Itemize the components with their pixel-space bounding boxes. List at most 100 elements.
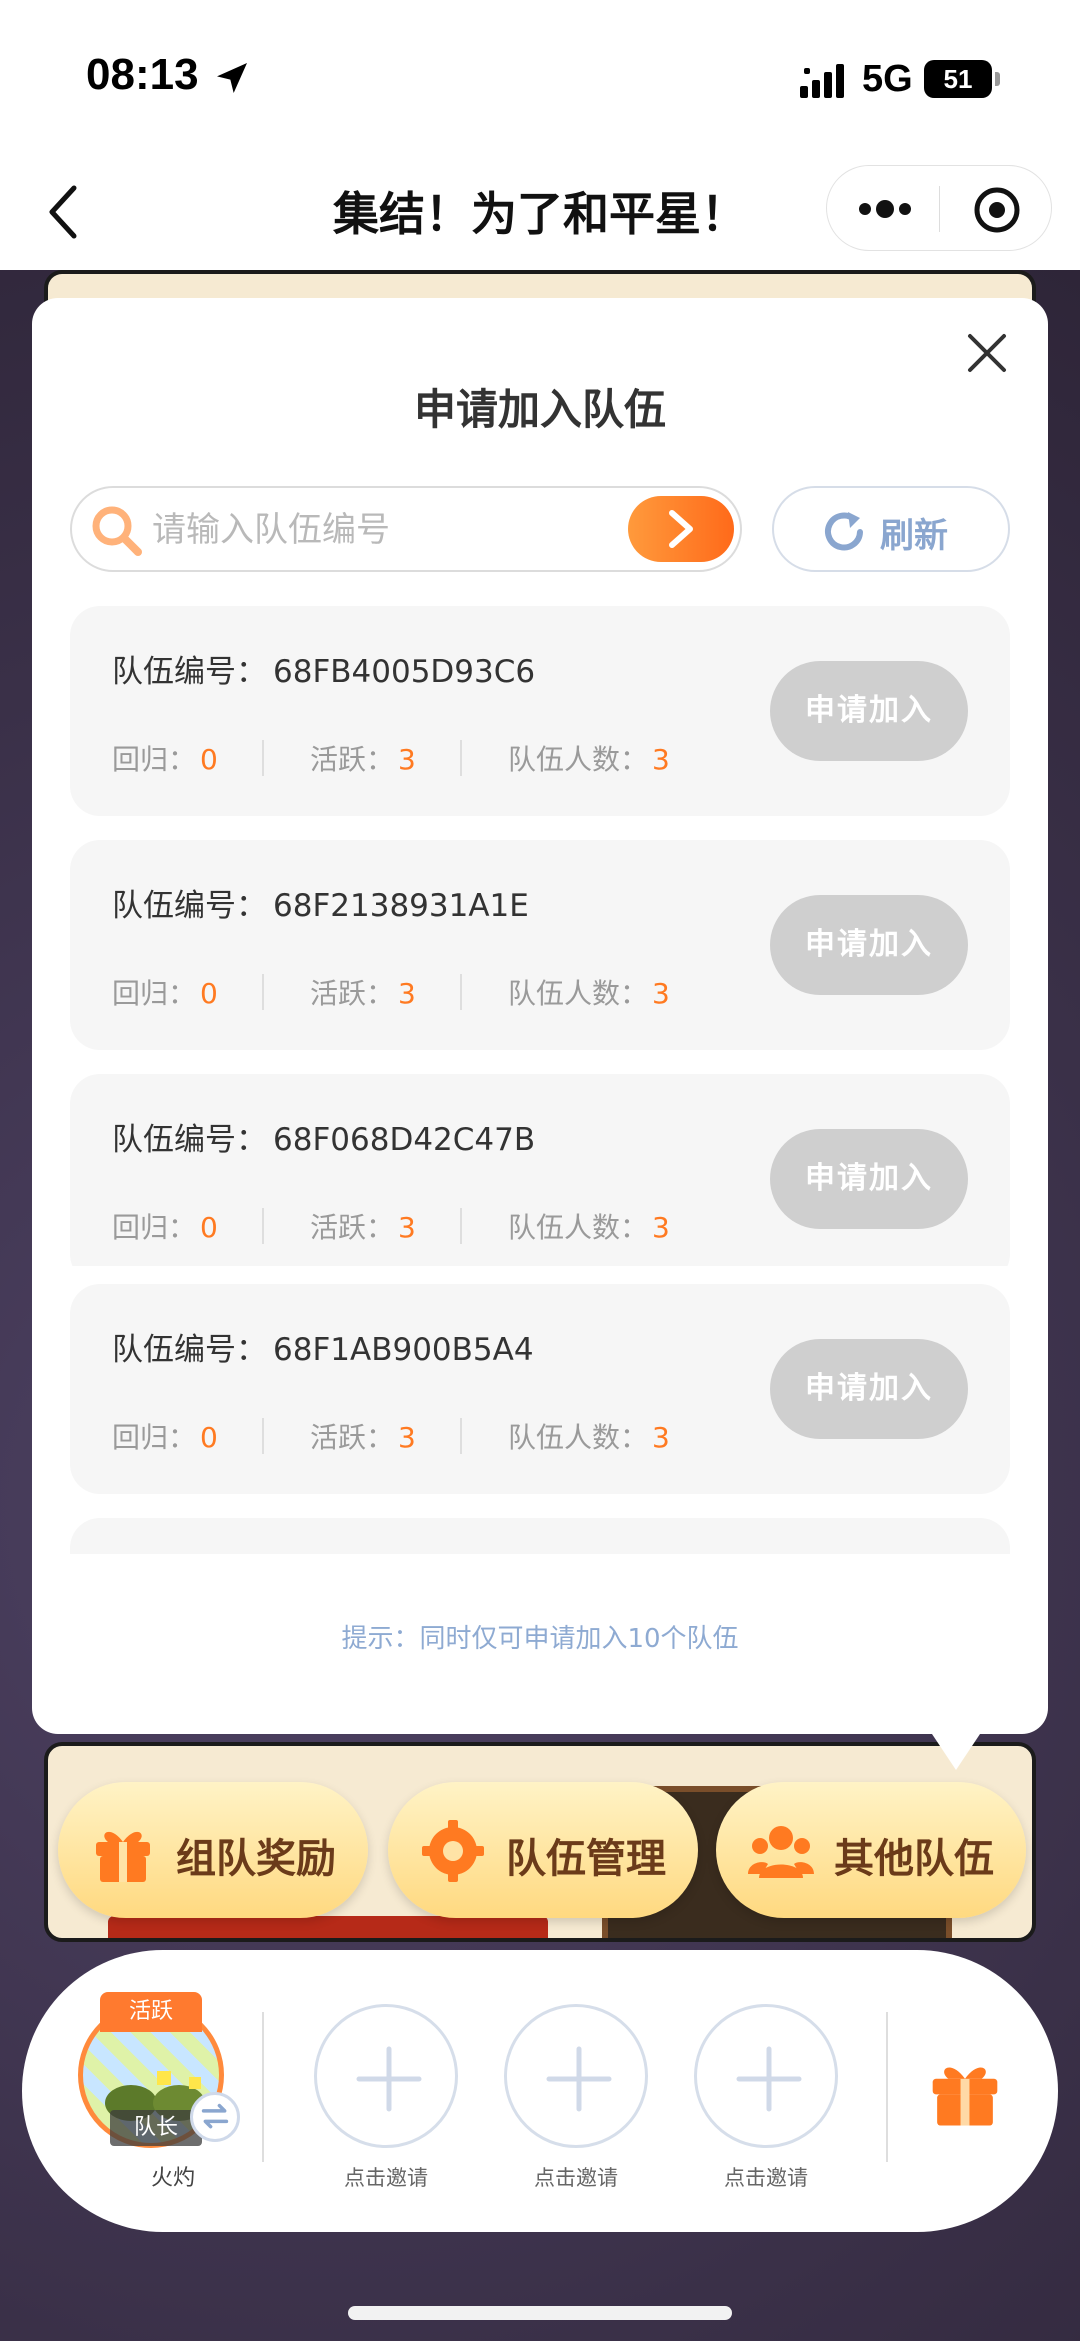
people-icon xyxy=(748,1826,814,1878)
other-teams-label: 其他队伍 xyxy=(834,1836,994,1882)
team-card: 队伍编号： 68F2138931A1E 回归： 0 活跃： 3 队伍人数： 3 申请加入 xyxy=(70,840,1010,1050)
invite-label: 点击邀请 xyxy=(534,2166,618,2190)
refresh-label: 刷新 xyxy=(880,516,948,556)
stat-return: 回归： 0 xyxy=(112,1416,218,1456)
chevron-right-icon xyxy=(669,510,693,548)
stat-return-value: 0 xyxy=(200,1211,218,1244)
gift-icon[interactable] xyxy=(926,2052,1004,2130)
gift-icon xyxy=(96,1831,150,1882)
stat-return: 回归： 0 xyxy=(112,1206,218,1246)
stat-divider xyxy=(262,1418,264,1454)
team-stats: 回归： 0 活跃： 3 队伍人数： 3 xyxy=(112,972,712,1012)
search-go-button[interactable] xyxy=(628,496,734,562)
plus-icon xyxy=(736,2046,802,2112)
refresh-button[interactable]: 刷新 xyxy=(772,486,1010,572)
close-miniprogram-icon[interactable] xyxy=(973,186,1021,234)
close-icon[interactable] xyxy=(962,328,1012,378)
stat-active-label: 活跃： xyxy=(310,1211,395,1244)
more-dots-icon[interactable] xyxy=(855,192,915,226)
nav-bar: 集结！为了和平星！ xyxy=(0,160,1080,270)
stat-members: 队伍人数： 3 xyxy=(508,738,670,778)
invite-slot[interactable]: 点击邀请 xyxy=(690,2004,840,2194)
team-list-continued[interactable]: 队伍编号： 68F1AB900B5A4 回归： 0 活跃： 3 队伍人数： 3 申请加入 xyxy=(70,1284,1010,1554)
stat-active-value: 3 xyxy=(398,1211,416,1244)
stat-members-label: 队伍人数： xyxy=(508,977,649,1010)
signal-icon xyxy=(800,64,844,98)
swap-icon[interactable] xyxy=(190,2092,240,2142)
stat-active: 活跃： 3 xyxy=(310,1206,416,1246)
stat-active: 活跃： 3 xyxy=(310,972,416,1012)
invite-slot[interactable]: 点击邀请 xyxy=(310,2004,460,2194)
apply-join-button[interactable]: 申请加入 xyxy=(770,1129,968,1229)
refresh-icon xyxy=(825,512,863,551)
stat-divider xyxy=(262,1208,264,1244)
stat-divider xyxy=(460,1418,462,1454)
team-id-value: 68F1AB900B5A4 xyxy=(273,1332,534,1368)
invite-slot[interactable]: 点击邀请 xyxy=(500,2004,650,2194)
home-indicator xyxy=(348,2306,732,2320)
stat-divider xyxy=(460,1208,462,1244)
team-list[interactable]: 队伍编号： 68FB4005D93C6 回归： 0 活跃： 3 队伍人数： 3 申请加入… xyxy=(70,606,1010,1266)
other-teams-button[interactable]: 其他队伍 xyxy=(716,1782,1026,1918)
join-team-modal: 申请加入队伍 刷新 队伍编号：68FB4005D93C6 回归：0 活跃：3 xyxy=(32,298,1048,1770)
stat-members-value: 3 xyxy=(652,1421,670,1454)
stat-members-value: 3 xyxy=(652,743,670,776)
swap-arrows-icon xyxy=(201,2103,229,2129)
gear-icon xyxy=(422,1820,484,1882)
team-card: 队伍编号： 68F1AB900B5A4 回归： 0 活跃： 3 队伍人数： 3 申请加入 xyxy=(70,1284,1010,1494)
stat-active-label: 活跃： xyxy=(310,977,395,1010)
team-card: 队伍编号： 68FB4005D93C6 回归： 0 活跃： 3 队伍人数： 3 申请加入 xyxy=(70,606,1010,816)
panel-divider xyxy=(886,2012,888,2162)
team-id-value: 68F2138931A1E xyxy=(273,888,529,924)
stat-return: 回归： 0 xyxy=(112,972,218,1012)
team-id-line: 队伍编号： 68F068D42C47B xyxy=(112,1114,535,1159)
search-box xyxy=(70,486,742,572)
team-id-search-input[interactable] xyxy=(152,502,582,558)
team-card: 队伍编号： 68F068D42C47B 回归： 0 活跃： 3 队伍人数： 3 申请加入 xyxy=(70,1074,1010,1266)
stat-return: 回归： 0 xyxy=(112,738,218,778)
team-id-label: 队伍编号： xyxy=(112,654,267,690)
stat-return-label: 回归： xyxy=(112,1421,197,1454)
team-manage-label: 队伍管理 xyxy=(506,1836,666,1882)
team-id-label: 队伍编号： xyxy=(112,1332,267,1368)
plus-icon xyxy=(546,2046,612,2112)
team-stats: 回归： 0 活跃： 3 队伍人数： 3 xyxy=(112,738,712,778)
stat-return-label: 回归： xyxy=(112,743,197,776)
team-reward-button[interactable]: 组队奖励 xyxy=(58,1782,368,1918)
stat-members: 队伍人数： 3 xyxy=(508,1416,670,1456)
stat-return-label: 回归： xyxy=(112,977,197,1010)
invite-label: 点击邀请 xyxy=(344,2166,428,2190)
team-id-line: 队伍编号： 68FB4005D93C6 xyxy=(112,646,535,691)
team-id-line: 队伍编号： 68F1AB900B5A4 xyxy=(112,1324,534,1369)
team-reward-label: 组队奖励 xyxy=(176,1836,336,1882)
apply-join-button[interactable]: 申请加入 xyxy=(770,661,968,761)
status-bar: 08:13 5G 51 xyxy=(0,0,1080,160)
location-arrow-icon xyxy=(217,63,247,93)
stat-return-label: 回归： xyxy=(112,1211,197,1244)
team-card-partial xyxy=(70,1518,1010,1554)
apply-join-button[interactable]: 申请加入 xyxy=(770,895,968,995)
stat-members-label: 队伍人数： xyxy=(508,743,649,776)
team-manage-button[interactable]: 队伍管理 xyxy=(388,1782,698,1918)
panel-divider xyxy=(262,2012,264,2162)
team-stats: 回归： 0 活跃： 3 队伍人数： 3 xyxy=(112,1416,712,1456)
captain-name: 火灼 xyxy=(150,2166,195,2191)
team-id-value: 68FB4005D93C6 xyxy=(273,654,536,690)
invite-circle xyxy=(504,2004,648,2148)
stat-active-label: 活跃： xyxy=(310,1421,395,1454)
stat-members: 队伍人数： 3 xyxy=(508,1206,670,1246)
stat-members-label: 队伍人数： xyxy=(508,1211,649,1244)
stat-active-label: 活跃： xyxy=(310,743,395,776)
apply-join-button[interactable]: 申请加入 xyxy=(770,1339,968,1439)
tip-text: 提示：同时仅可申请加入10个队伍 xyxy=(341,1624,739,1654)
team-id-label: 队伍编号： xyxy=(112,888,267,924)
stat-active: 活跃： 3 xyxy=(310,1416,416,1456)
plus-icon xyxy=(356,2046,422,2112)
team-id-value: 68F068D42C47B xyxy=(273,1122,536,1158)
team-members-panel: 活跃 队长 火灼 点击邀请 点击邀请 点击邀请 xyxy=(22,1950,1058,2232)
invite-label: 点击邀请 xyxy=(724,2166,808,2190)
stat-active-value: 3 xyxy=(398,743,416,776)
stat-members-value: 3 xyxy=(652,977,670,1010)
stat-active: 活跃： 3 xyxy=(310,738,416,778)
stat-members-label: 队伍人数： xyxy=(508,1421,649,1454)
